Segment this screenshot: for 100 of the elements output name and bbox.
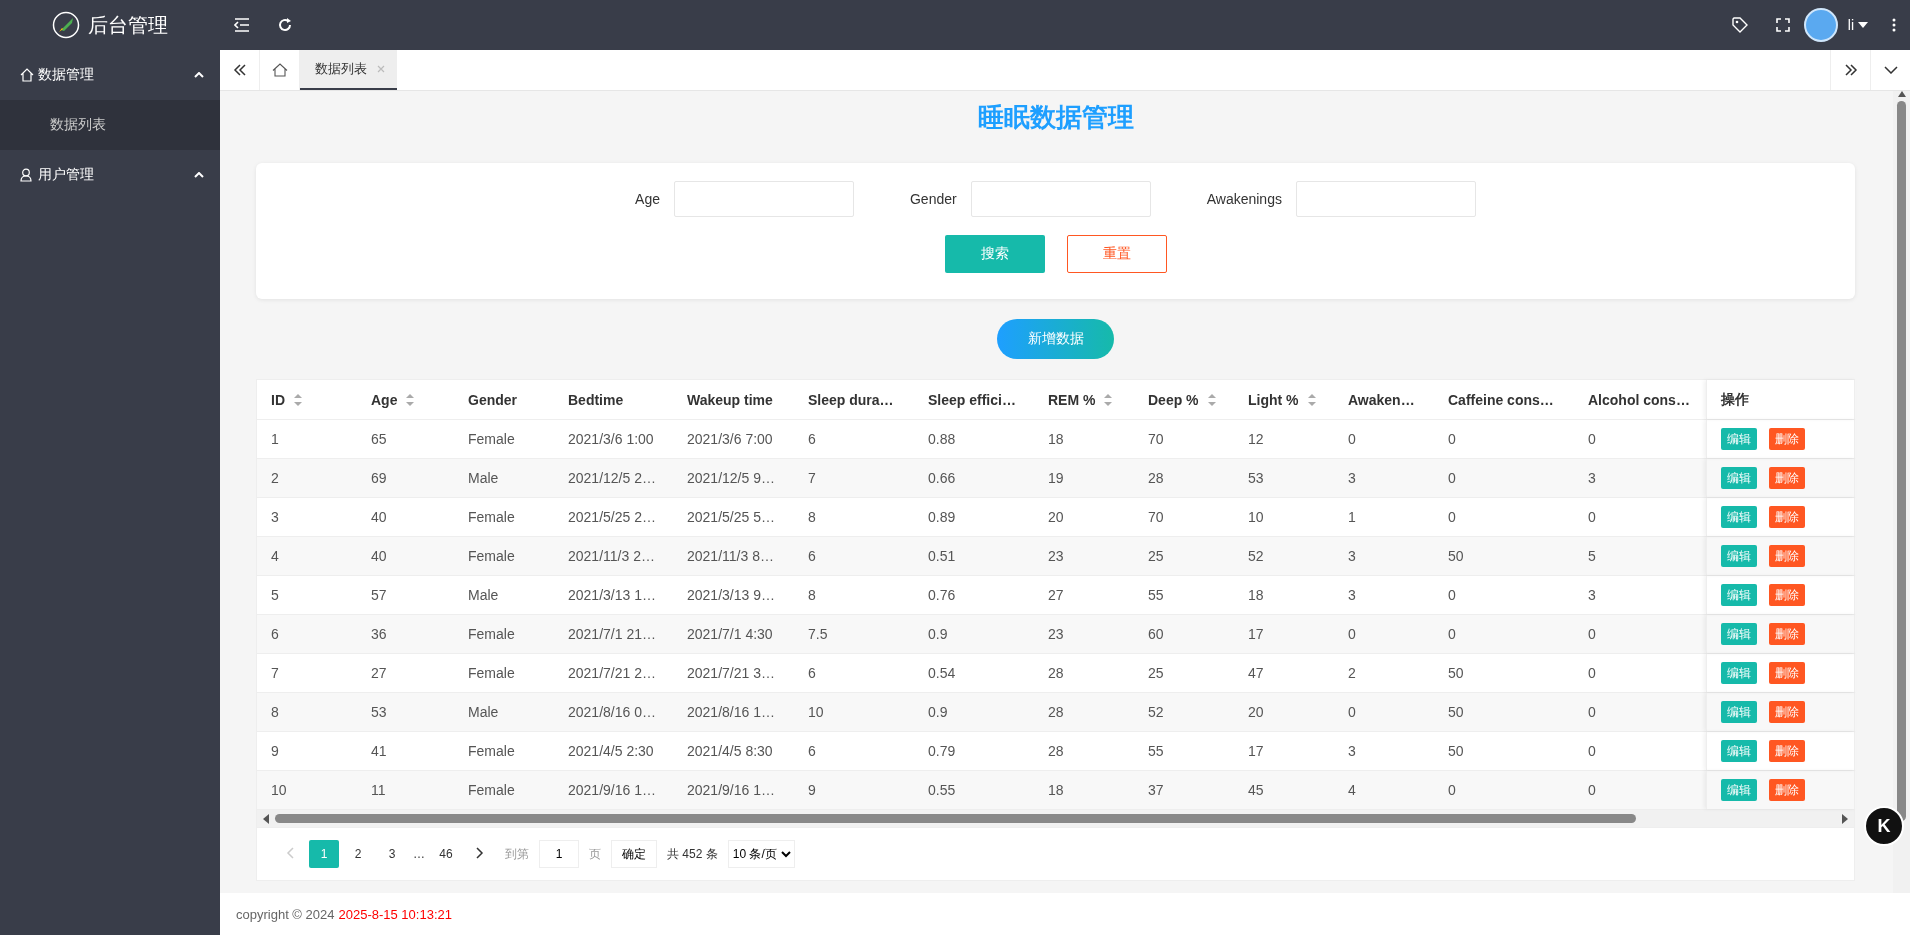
table-cell-text: 0 [1587, 781, 1597, 800]
scroll-left-icon[interactable] [263, 813, 269, 824]
table-cell-text: 28 [1147, 469, 1165, 488]
column-header[interactable]: Age [357, 380, 454, 419]
caret-icon[interactable] [1858, 22, 1868, 28]
app-title: 后台管理 [88, 12, 168, 38]
table-cell-text: 70 [1147, 430, 1165, 449]
table-cell-text: 6 [807, 547, 817, 566]
user-avatar[interactable] [1803, 8, 1838, 42]
table-cell-text: 10 [270, 781, 288, 800]
chevron-up-icon[interactable] [194, 72, 204, 78]
table-cell-text: 2021/4/5 8:30 [686, 742, 774, 761]
table-cell-text: Male [467, 469, 500, 488]
user-menu[interactable]: li [1837, 0, 1878, 50]
page-button[interactable]: 46 [431, 840, 461, 868]
table-cell-text: 10 [1247, 508, 1265, 527]
page-tab[interactable]: 数据列表 [300, 50, 397, 90]
user-icon [20, 168, 34, 182]
table-cell-text: 37 [1147, 781, 1165, 800]
table-cell-text: 5 [1587, 547, 1597, 566]
column-header[interactable]: Alcohol cons… [1574, 380, 1706, 419]
table-cell-text: 70 [1147, 508, 1165, 527]
table-cell-text: 6 [807, 664, 817, 683]
table-cell-text: 3 [1347, 469, 1357, 488]
table-cell-text: 2021/11/3 2… [567, 547, 656, 566]
column-header[interactable]: Wakeup time [673, 380, 794, 419]
scroll-right-icon[interactable] [1842, 813, 1848, 824]
table-cell-text: 0.51 [927, 547, 957, 566]
table-cell-text: 25 [1147, 664, 1165, 683]
table-cell-text: Female [467, 625, 516, 644]
close-icon[interactable] [377, 65, 385, 73]
table-cell-text: 0 [1587, 742, 1597, 761]
column-header[interactable]: Sleep effici… [914, 380, 1034, 419]
table-cell-text: 45 [1247, 781, 1265, 800]
column-header[interactable]: Light % [1234, 380, 1334, 419]
table-cell-text: 4 [270, 547, 280, 566]
sidebar-item[interactable]: 数据列表 [0, 100, 220, 150]
copyright-text: copyright © 2024 [236, 906, 335, 922]
column-header[interactable]: Sleep dura… [794, 380, 914, 419]
sidebar-group[interactable]: 数据管理 [0, 50, 220, 100]
table-cell-text: 0 [1447, 781, 1457, 800]
table-cell-text: 2021/8/16 1… [686, 703, 776, 722]
total-count: 共 452 条 [666, 845, 719, 863]
table-cell-text: 2021/7/21 2… [567, 664, 657, 683]
confirm-button[interactable]: 确定 [611, 840, 657, 868]
sort-icon[interactable] [1306, 392, 1317, 407]
table-cell-text: 0.89 [927, 508, 957, 527]
column-header[interactable]: Gender [454, 380, 554, 419]
table-cell-text: 27 [1047, 586, 1065, 605]
chevron-up-icon[interactable] [194, 172, 204, 178]
page-size-select[interactable]: 10 条/页 [727, 840, 795, 868]
table-cell-text: 2021/5/25 5… [686, 508, 776, 527]
column-header[interactable]: Caffeine cons… [1434, 380, 1574, 419]
table-cell-text: 52 [1247, 547, 1265, 566]
table-cell-text: 9 [807, 781, 817, 800]
input-field[interactable] [970, 181, 1151, 217]
table-cell-text: 0 [1587, 508, 1597, 527]
table-cell-text: 9 [270, 742, 280, 761]
input-field[interactable] [1295, 181, 1476, 217]
column-header[interactable]: Bedtime [554, 380, 673, 419]
horizontal-scrollbar[interactable] [257, 810, 1854, 827]
goto-label: 到第 [504, 845, 530, 863]
input-field[interactable] [674, 181, 854, 217]
column-header[interactable]: Deep % [1134, 380, 1234, 419]
table-cell-text: 3 [1347, 742, 1357, 761]
table-cell-text: 20 [1047, 508, 1065, 527]
table-cell-text: 2021/12/5 9… [686, 469, 776, 488]
column-header[interactable]: ID [257, 380, 357, 419]
table-cell-text: 19 [1047, 469, 1065, 488]
table-cell-text: 20 [1247, 703, 1265, 722]
page-button[interactable]: 3 [377, 840, 407, 868]
column-header[interactable]: Awaken… [1334, 380, 1434, 419]
sort-icon[interactable] [1206, 392, 1217, 407]
table-cell-text: 0 [1587, 625, 1597, 644]
vertical-scrollbar[interactable] [1893, 91, 1910, 893]
table-cell-text: 2021/9/16 1… [567, 781, 657, 800]
table-cell-text: 2021/5/25 2… [567, 508, 657, 527]
table-cell-text: 2021/4/5 2:30 [567, 742, 655, 761]
table-cell-text: 2021/8/16 0… [567, 703, 657, 722]
table-cell-text: 47 [1247, 664, 1265, 683]
table-cell-text: 2021/9/16 1… [686, 781, 776, 800]
table-cell-text: 40 [370, 508, 388, 527]
table-cell-text: 18 [1047, 781, 1065, 800]
sort-icon[interactable] [293, 392, 303, 407]
table-cell-text: 27 [370, 664, 388, 683]
sort-icon[interactable] [1103, 392, 1114, 407]
table-cell-text: 36 [370, 625, 388, 644]
column-header[interactable]: REM % [1034, 380, 1134, 419]
table-cell-text: 0 [1587, 664, 1597, 683]
table-cell-text: 7 [807, 469, 817, 488]
page-button[interactable]: 2 [343, 840, 373, 868]
table-cell-text: Female [467, 508, 516, 527]
table-cell-text: 7.5 [807, 625, 829, 644]
table-cell-text: 2021/7/1 21… [567, 625, 657, 644]
table-cell-text: 18 [1247, 586, 1265, 605]
sidebar-group[interactable]: 用户管理 [0, 150, 220, 200]
sort-icon[interactable] [405, 392, 416, 407]
page-input[interactable]: 1 [539, 840, 579, 868]
table-cell-text: Male [467, 703, 500, 722]
table-cell-text: 0.55 [927, 781, 957, 800]
